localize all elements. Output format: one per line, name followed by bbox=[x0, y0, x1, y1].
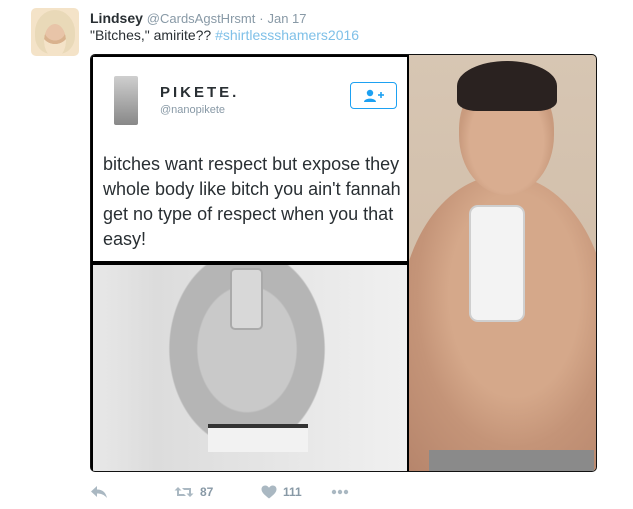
follow-icon bbox=[363, 89, 384, 102]
tweet-text: "Bitches," amirite?? #shirtlessshamers20… bbox=[90, 27, 359, 43]
tweet-header: Lindsey @CardsAgstHrsmt · Jan 17 bbox=[90, 10, 307, 26]
retweet-icon bbox=[174, 487, 194, 497]
tweet-body: "Bitches," amirite?? bbox=[90, 27, 212, 43]
reply-button[interactable] bbox=[90, 485, 174, 499]
avatar-image bbox=[35, 10, 75, 54]
quoted-text: bitches want respect but expose they who… bbox=[103, 154, 401, 249]
like-count: 111 bbox=[283, 485, 302, 499]
quoted-avatar bbox=[114, 76, 138, 125]
quoted-tweet-screenshot: PIKETE. @nanopikete bitches want respect… bbox=[91, 55, 409, 263]
user-avatar[interactable] bbox=[31, 8, 79, 56]
bw-waistband bbox=[208, 424, 308, 452]
reply-icon bbox=[91, 486, 107, 498]
more-icon bbox=[331, 489, 349, 495]
tweet-media[interactable]: PIKETE. @nanopikete bitches want respect… bbox=[90, 54, 597, 472]
more-button[interactable] bbox=[331, 489, 349, 495]
phone bbox=[469, 205, 525, 322]
heart-icon bbox=[261, 485, 277, 499]
tweet-actions: 87 111 bbox=[90, 482, 349, 502]
quoted-name: PIKETE. bbox=[160, 84, 240, 101]
quoted-handle: @nanopikete bbox=[160, 104, 225, 116]
retweet-count: 87 bbox=[200, 485, 214, 499]
display-name[interactable]: Lindsey bbox=[90, 10, 143, 26]
bw-selfie-photo bbox=[91, 263, 409, 471]
like-button[interactable]: 111 bbox=[261, 485, 331, 499]
user-handle[interactable]: @CardsAgstHrsmt bbox=[147, 11, 256, 26]
retweet-button[interactable]: 87 bbox=[174, 485, 261, 499]
color-selfie-photo bbox=[409, 55, 596, 471]
bw-phone bbox=[230, 268, 263, 330]
tweet-date[interactable]: Jan 17 bbox=[267, 11, 306, 26]
hair bbox=[457, 61, 557, 111]
waistband bbox=[429, 450, 594, 471]
separator-dot: · bbox=[259, 11, 264, 26]
hashtag-link[interactable]: #shirtlessshamers2016 bbox=[215, 27, 359, 43]
follow-button bbox=[350, 82, 397, 109]
